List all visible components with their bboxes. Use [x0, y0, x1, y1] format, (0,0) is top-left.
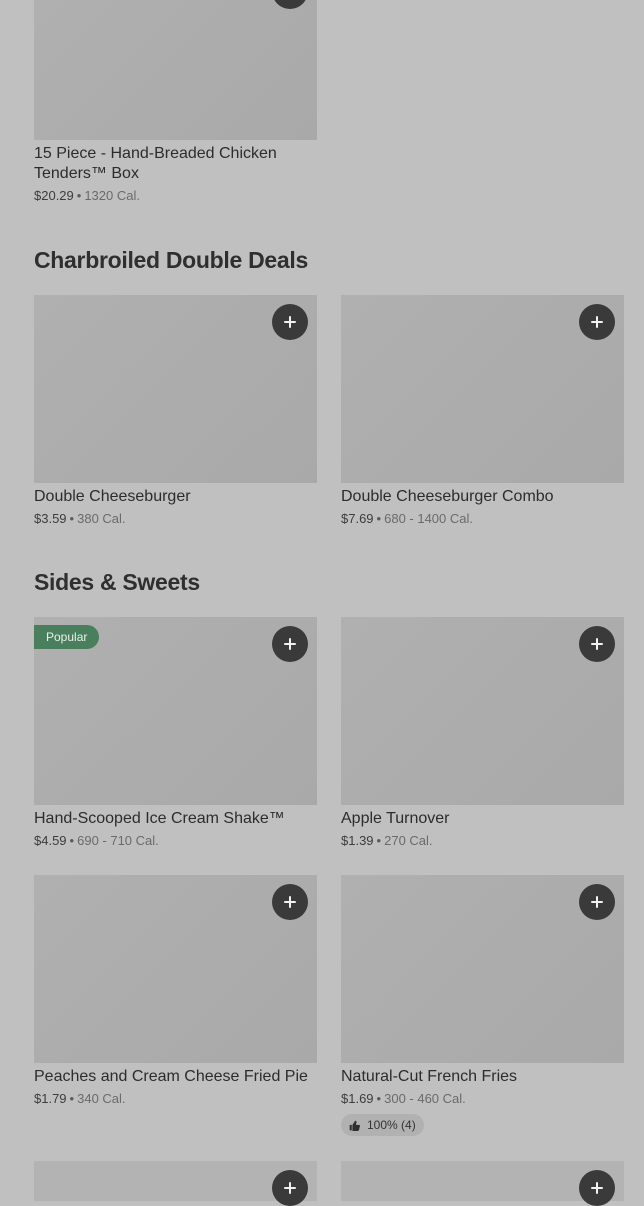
plus-icon: [284, 896, 296, 908]
item-image[interactable]: [341, 875, 624, 1063]
item-meta: $20.29 • 1320 Cal.: [34, 187, 317, 205]
menu-item-card-shake[interactable]: Popular Hand-Scooped Ice Cream Shake™ $4…: [34, 617, 317, 850]
add-to-cart-button[interactable]: [272, 626, 308, 662]
plus-icon: [591, 896, 603, 908]
add-to-cart-button[interactable]: [579, 626, 615, 662]
separator: •: [76, 188, 82, 203]
item-image[interactable]: [341, 617, 624, 805]
item-price: $20.29: [34, 188, 74, 203]
plus-icon: [284, 638, 296, 650]
item-calories: 1320 Cal.: [84, 188, 140, 203]
item-price: $1.79: [34, 1091, 67, 1106]
menu-item-card-fried-pie[interactable]: Peaches and Cream Cheese Fried Pie $1.79…: [34, 875, 317, 1108]
item-image[interactable]: [34, 295, 317, 483]
add-to-cart-button[interactable]: [272, 0, 308, 9]
popular-badge: Popular: [34, 625, 100, 649]
plus-icon: [591, 1182, 603, 1194]
menu-item-card-double-cheeseburger-combo[interactable]: Double Cheeseburger Combo $7.69 • 680 - 14…: [341, 295, 624, 528]
item-name[interactable]: Double Cheeseburger Combo: [341, 487, 624, 507]
plus-icon: [284, 1182, 296, 1194]
item-meta: $3.59 • 380 Cal.: [34, 510, 317, 528]
item-image[interactable]: Popular: [34, 617, 317, 805]
rating-value: 100% (4): [367, 1118, 416, 1132]
item-name[interactable]: Double Cheeseburger: [34, 487, 317, 507]
menu-item-card-partial[interactable]: [341, 1161, 624, 1206]
add-to-cart-button[interactable]: [272, 304, 308, 340]
add-to-cart-button[interactable]: [272, 1170, 308, 1206]
item-calories: 680 - 1400 Cal.: [384, 511, 474, 526]
item-price: $1.69: [341, 1091, 374, 1106]
item-meta: $1.39 • 270 Cal.: [341, 832, 624, 850]
add-to-cart-button[interactable]: [579, 304, 615, 340]
separator: •: [69, 1091, 75, 1106]
item-meta: $7.69 • 680 - 1400 Cal.: [341, 510, 624, 528]
separator: •: [69, 511, 75, 526]
item-calories: 300 - 460 Cal.: [384, 1091, 466, 1106]
section-title-charbroiled: Charbroiled Double Deals: [34, 247, 308, 273]
add-to-cart-button[interactable]: [579, 884, 615, 920]
rating-badge: 100% (4): [341, 1114, 424, 1136]
item-calories: 340 Cal.: [77, 1091, 126, 1106]
separator: •: [376, 1091, 382, 1106]
plus-icon: [591, 316, 603, 328]
add-to-cart-button[interactable]: [579, 1170, 615, 1206]
item-price: $4.59: [34, 833, 67, 848]
thumbs-up-icon: [349, 1120, 360, 1131]
item-calories: 690 - 710 Cal.: [77, 833, 159, 848]
menu-item-card-double-cheeseburger[interactable]: Double Cheeseburger $3.59 • 380 Cal.: [34, 295, 317, 528]
item-calories: 380 Cal.: [77, 511, 126, 526]
item-name[interactable]: Peaches and Cream Cheese Fried Pie: [34, 1067, 317, 1087]
item-image[interactable]: [34, 875, 317, 1063]
menu-page: 15 Piece - Hand-Breaded Chicken Tenders™…: [0, 0, 644, 1206]
menu-item-card-partial[interactable]: [34, 1161, 317, 1206]
item-name[interactable]: Hand-Scooped Ice Cream Shake™: [34, 809, 317, 829]
section-title-sides: Sides & Sweets: [34, 569, 200, 595]
item-calories: 270 Cal.: [384, 833, 433, 848]
menu-item-card-tenders[interactable]: 15 Piece - Hand-Breaded Chicken Tenders™…: [34, 0, 317, 205]
item-name[interactable]: Natural-Cut French Fries: [341, 1067, 624, 1087]
item-image[interactable]: [34, 0, 317, 140]
item-meta: $1.79 • 340 Cal.: [34, 1090, 317, 1108]
separator: •: [376, 833, 382, 848]
item-price: $3.59: [34, 511, 67, 526]
plus-icon: [284, 316, 296, 328]
separator: •: [69, 833, 75, 848]
item-name[interactable]: Apple Turnover: [341, 809, 624, 829]
menu-item-card-fries[interactable]: Natural-Cut French Fries $1.69 • 300 - 460…: [341, 875, 624, 1136]
item-meta: $1.69 • 300 - 460 Cal.: [341, 1090, 624, 1108]
item-price: $7.69: [341, 511, 374, 526]
item-name[interactable]: 15 Piece - Hand-Breaded Chicken Tenders™…: [34, 144, 317, 184]
menu-item-card-apple-turnover[interactable]: Apple Turnover $1.39 • 270 Cal.: [341, 617, 624, 850]
item-image[interactable]: [341, 295, 624, 483]
add-to-cart-button[interactable]: [272, 884, 308, 920]
item-meta: $4.59 • 690 - 710 Cal.: [34, 832, 317, 850]
separator: •: [376, 511, 382, 526]
item-price: $1.39: [341, 833, 374, 848]
plus-icon: [591, 638, 603, 650]
